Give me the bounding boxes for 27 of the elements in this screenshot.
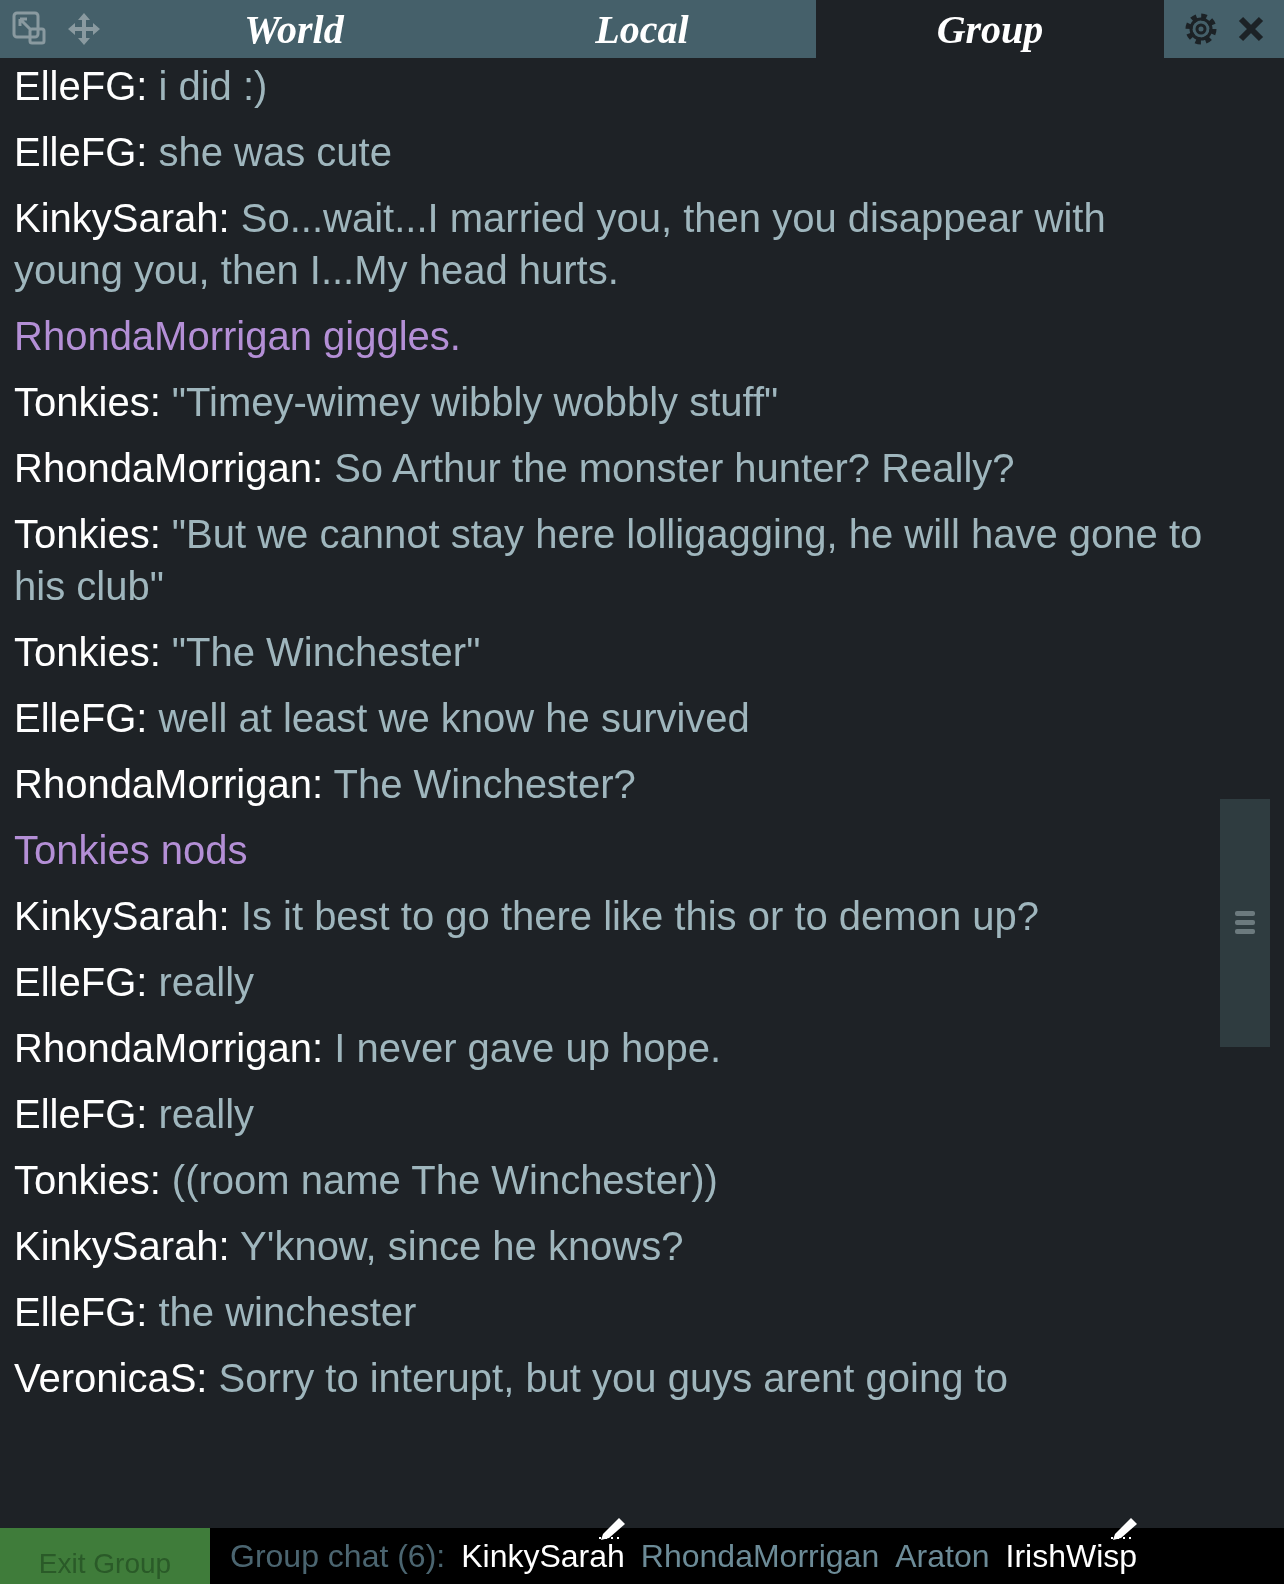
chat-message: Tonkies: ((room name The Winchester)) [14,1157,719,1204]
emote-message: Tonkies nods [14,827,249,874]
member-name[interactable]: IrishWisp [1005,1537,1138,1574]
chat-tab[interactable]: Group [816,0,1164,58]
chat-message: ElleFG: well at least we know he survived [14,695,751,742]
chat-message: KinkySarah: Y'know, since he knows? [14,1223,685,1270]
chat-message: ElleFG: she was cute [14,129,393,176]
chat-message: RhondaMorrigan: So Arthur the monster hunter? Really? [14,445,1016,492]
chat-message: ElleFG: i did :) [14,63,269,110]
grip-icon [1234,909,1256,937]
member-name[interactable]: RhondaMorrigan [640,1537,880,1574]
member-name[interactable]: Araton [895,1537,990,1574]
chat-message: ElleFG: really [14,959,256,1006]
emote-message: RhondaMorrigan giggles. [14,313,462,360]
chat-message: ElleFG: the winchester [14,1289,418,1336]
group-chat-label: Group chat (6): [230,1537,446,1575]
chat-message: KinkySarah: Is it best to go there like this or to demon up? [14,893,1040,940]
member-name[interactable]: KinkySarah [461,1537,625,1574]
chat-message: RhondaMorrigan: The Winchester? [14,761,637,808]
scrollbar-thumb[interactable] [1220,799,1270,1047]
chat-message: ElleFG: really [14,1091,256,1138]
chat-message: VeronicaS: Sorry to interupt, but you guys arent going to [14,1355,1009,1402]
chat-message: KinkySarah: So...wait...I married you, then you disappear with young you, then I...My head hurts. [14,195,1107,294]
chat-message: Tonkies: "The Winchester" [14,629,482,676]
chat-message: Tonkies: "But we cannot stay here lolligagging, he will have gone to his club" [14,511,1204,610]
chat-message: Tonkies: "Timey-wimey wibbly wobbly stuff" [14,379,780,426]
chat-message: RhondaMorrigan: I never gave up hope. [14,1025,723,1072]
